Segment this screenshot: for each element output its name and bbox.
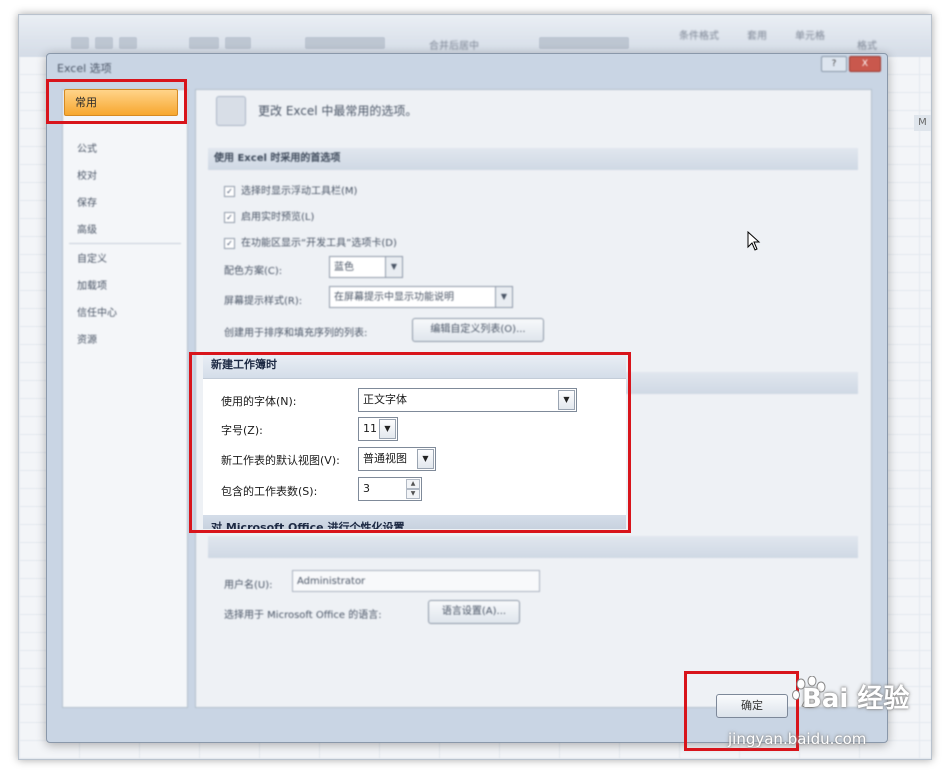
- checkbox-developer-tab[interactable]: ✓ 在功能区显示“开发工具”选项卡(D): [224, 234, 397, 249]
- section-personalize-bg: [208, 536, 858, 558]
- bold-icon[interactable]: [71, 37, 89, 49]
- highlight-box-new-workbook: [189, 352, 631, 533]
- highlight-box-general: [46, 79, 187, 124]
- watermark-url: jingyan.baidu.com: [728, 730, 867, 748]
- options-icon: [216, 96, 246, 126]
- ribbon: 合并后居中 条件格式 套用 单元格 格式: [19, 15, 931, 57]
- content-header: 更改 Excel 中最常用的选项。: [258, 104, 418, 118]
- sidebar-item-formulas[interactable]: 公式: [77, 140, 97, 155]
- number-format-group[interactable]: [539, 37, 629, 49]
- checkbox-mini-toolbar[interactable]: ✓ 选择时显示浮动工具栏(M): [224, 182, 357, 197]
- color-scheme-label: 配色方案(C):: [224, 266, 283, 277]
- chevron-down-icon[interactable]: ▼: [385, 257, 402, 277]
- checkbox-icon[interactable]: ✓: [224, 211, 235, 223]
- help-button[interactable]: ?: [821, 56, 847, 72]
- cell-styles-button[interactable]: 单元格: [795, 27, 825, 42]
- screentip-label: 屏幕提示样式(R):: [224, 296, 303, 307]
- sidebar: 公式 校对 保存 高级 自定义 加载项 信任中心 资源: [62, 89, 188, 708]
- username-field[interactable]: Administrator: [292, 570, 540, 592]
- chevron-down-icon[interactable]: ▼: [495, 287, 512, 307]
- section-preferences: 使用 Excel 时采用的首选项: [208, 148, 858, 170]
- underline-icon[interactable]: [119, 37, 137, 49]
- column-header-m: M: [914, 115, 931, 131]
- screentip-select[interactable]: 在屏幕提示中显示功能说明 ▼: [329, 286, 513, 308]
- dialog-title: Excel 选项: [57, 62, 112, 75]
- font-color-icon[interactable]: [225, 37, 251, 49]
- color-scheme-select[interactable]: 蓝色 ▼: [329, 256, 403, 278]
- sidebar-item-save[interactable]: 保存: [77, 194, 97, 209]
- sidebar-divider: [69, 243, 181, 244]
- watermark-brand: Bai 经验: [802, 684, 910, 714]
- checkbox-icon[interactable]: ✓: [224, 185, 235, 197]
- edit-custom-lists-button[interactable]: 编辑自定义列表(O)...: [412, 318, 544, 342]
- sidebar-item-advanced[interactable]: 高级: [77, 221, 97, 236]
- table-format-button[interactable]: 套用: [747, 27, 767, 42]
- italic-icon[interactable]: [95, 37, 113, 49]
- fill-color-icon[interactable]: [189, 37, 219, 49]
- username-label: 用户名(U):: [224, 580, 273, 591]
- format-button[interactable]: 格式: [857, 37, 877, 52]
- custom-lists-label: 创建用于排序和填充序列的列表:: [224, 328, 368, 339]
- merge-center-button[interactable]: 合并后居中: [429, 37, 479, 52]
- language-settings-button[interactable]: 语言设置(A)...: [428, 600, 520, 624]
- sidebar-item-proofing[interactable]: 校对: [77, 167, 97, 182]
- language-label: 选择用于 Microsoft Office 的语言:: [224, 610, 382, 621]
- checkbox-icon[interactable]: ✓: [224, 237, 235, 249]
- sidebar-item-customize[interactable]: 自定义: [77, 250, 107, 265]
- align-group[interactable]: [305, 37, 385, 49]
- close-button[interactable]: X: [849, 56, 881, 72]
- sidebar-item-addins[interactable]: 加载项: [77, 277, 107, 292]
- sidebar-item-trust-center[interactable]: 信任中心: [77, 304, 117, 319]
- sidebar-item-resources[interactable]: 资源: [77, 331, 97, 346]
- mouse-cursor-icon: [747, 231, 761, 251]
- conditional-format-button[interactable]: 条件格式: [679, 27, 719, 42]
- checkbox-live-preview[interactable]: ✓ 启用实时预览(L): [224, 208, 314, 223]
